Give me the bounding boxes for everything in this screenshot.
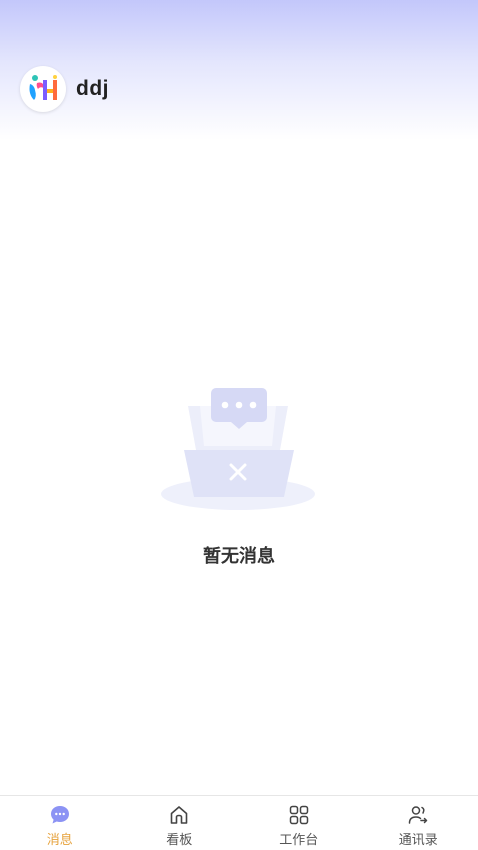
tab-messages[interactable]: 消息	[0, 796, 120, 850]
tab-label: 消息	[46, 833, 73, 848]
tab-label: 通讯录	[398, 833, 438, 848]
contacts-icon	[407, 804, 429, 826]
user-header: ddj	[20, 66, 109, 112]
app-logo-icon	[29, 75, 57, 100]
empty-state-text: 暂无消息	[203, 546, 275, 567]
tab-contacts[interactable]: 通讯录	[359, 796, 478, 850]
grid-icon	[288, 804, 310, 826]
username: ddj	[76, 77, 109, 100]
chat-bubble-icon	[49, 804, 71, 826]
tab-workbench[interactable]: 工作台	[239, 796, 359, 850]
empty-inbox-icon	[161, 388, 315, 510]
tab-label: 看板	[166, 833, 193, 848]
avatar[interactable]	[20, 66, 66, 112]
tab-label: 工作台	[279, 833, 319, 848]
bottom-tab-bar: 消息 看板 工作台 通讯录	[0, 795, 478, 850]
tab-dashboard[interactable]: 看板	[120, 796, 240, 850]
home-icon	[168, 804, 190, 826]
